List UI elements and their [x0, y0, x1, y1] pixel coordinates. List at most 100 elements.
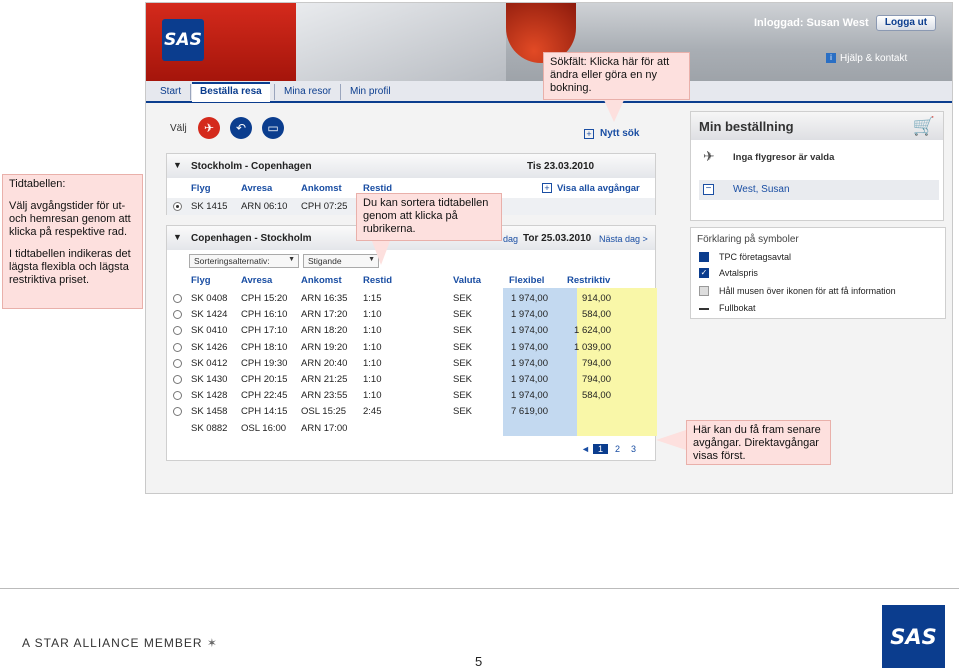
- passenger-row[interactable]: − West, Susan: [699, 180, 939, 200]
- col-flyg[interactable]: Flyg: [191, 183, 211, 194]
- duration: 1:10: [363, 390, 382, 402]
- arrival: CPH 07:25: [301, 201, 348, 212]
- duration: 1:10: [363, 325, 382, 337]
- inbound-route: Copenhagen - Stockholm: [191, 233, 312, 244]
- col-avresa[interactable]: Avresa: [241, 275, 272, 286]
- callout-arrow-down: [604, 100, 624, 122]
- tidtabellen-callout-text2: I tidtabellen indikeras det lägsta flexi…: [9, 248, 131, 286]
- legend-item: Avtalspris: [719, 268, 758, 278]
- collapse-arrow-icon[interactable]: ▼: [173, 232, 182, 242]
- row-radio[interactable]: [173, 375, 182, 384]
- row-radio[interactable]: [173, 342, 182, 352]
- col-avresa[interactable]: Avresa: [241, 183, 272, 194]
- plus-icon[interactable]: +: [542, 183, 552, 193]
- car-icon[interactable]: ▭: [262, 117, 284, 139]
- tab-mina-resor[interactable]: Mina resor: [276, 84, 339, 99]
- flexible-price: 7 619,00: [511, 406, 548, 418]
- restrictive-price: 584,00: [581, 390, 611, 402]
- my-order-panel: Min beställning 🛒 ✈ Inga flygresor är va…: [690, 111, 944, 221]
- tab-min-profil[interactable]: Min profil: [342, 84, 399, 99]
- col-restriktiv[interactable]: Restriktiv: [567, 275, 610, 286]
- page-2[interactable]: 2: [615, 444, 620, 454]
- duration: 1:10: [363, 357, 382, 369]
- tab-divider: [340, 84, 341, 100]
- row-radio[interactable]: [173, 358, 182, 368]
- table-row[interactable]: SK 0410 CPH 17:10 ARN 18:20 1:10 SEK 1 974,00…: [167, 322, 655, 338]
- callout-arrow-left: [656, 430, 686, 450]
- pager-callout: Här kan du få fram senare avgångar. Dire…: [686, 420, 831, 465]
- star-alliance-label: A STAR ALLIANCE MEMBER ✶: [22, 636, 218, 650]
- callout-arrow-down: [372, 241, 390, 265]
- row-radio[interactable]: [173, 294, 182, 303]
- page-number: 5: [475, 654, 483, 669]
- row-radio[interactable]: [173, 391, 182, 401]
- airplane-icon: ✈: [703, 148, 715, 164]
- show-all-departures-link[interactable]: Visa alla avgångar: [557, 183, 640, 194]
- arrival: ARN 18:20: [301, 325, 348, 337]
- inbound-date: Tor 25.03.2010: [523, 233, 592, 244]
- next-day-link[interactable]: Nästa dag >: [599, 234, 648, 244]
- col-flyg[interactable]: Flyg: [191, 275, 211, 286]
- arrival: ARN 17:20: [301, 309, 348, 321]
- flight-number: SK 1458: [191, 406, 228, 418]
- table-row[interactable]: SK 1428 CPH 22:45 ARN 23:55 1:10 SEK 1 974,00…: [167, 387, 655, 403]
- return-trip-icon[interactable]: ↶: [230, 117, 252, 139]
- tab-start[interactable]: Start: [152, 84, 189, 99]
- col-ankomst[interactable]: Ankomst: [301, 275, 342, 286]
- arrival: ARN 21:25: [301, 374, 348, 385]
- row-radio[interactable]: [173, 310, 182, 320]
- tab-bestalla-resa[interactable]: Beställa resa: [192, 82, 270, 102]
- flight-number: SK 0408: [191, 293, 228, 304]
- tidtabellen-callout-text1: Välj avgångstider för ut- och hemresan g…: [9, 200, 131, 238]
- row-radio[interactable]: [173, 326, 182, 336]
- plus-icon[interactable]: +: [584, 129, 594, 139]
- flexible-price: 1 974,00: [511, 325, 548, 337]
- help-contact-link[interactable]: Hjälp & kontakt: [826, 53, 907, 64]
- minus-icon[interactable]: −: [703, 184, 714, 195]
- page-3[interactable]: 3: [631, 444, 636, 454]
- row-radio[interactable]: [173, 202, 182, 211]
- new-search-link[interactable]: Nytt sök: [600, 128, 639, 139]
- table-row[interactable]: SK 0882 OSL 16:00 ARN 17:00: [167, 420, 655, 436]
- restrictive-price: 1 624,00: [574, 325, 611, 337]
- restrictive-price: 1 039,00: [574, 341, 611, 353]
- row-radio[interactable]: [173, 407, 182, 417]
- table-row[interactable]: SK 0412 CPH 19:30 ARN 20:40 1:10 SEK 1 974,00…: [167, 355, 655, 371]
- sas-logo[interactable]: SAS: [162, 19, 204, 61]
- flight-number: SK 0410: [191, 325, 228, 337]
- duration: 1:10: [363, 374, 382, 385]
- flexible-price: 1 974,00: [511, 390, 548, 402]
- previous-day-link[interactable]: dag: [503, 234, 518, 244]
- outbound-route: Stockholm - Copenhagen: [191, 161, 312, 172]
- currency: SEK: [453, 374, 473, 385]
- table-row[interactable]: SK 1424 CPH 16:10 ARN 17:20 1:10 SEK 1 974,00…: [167, 306, 655, 322]
- departure: ARN 06:10: [241, 201, 288, 212]
- col-valuta[interactable]: Valuta: [453, 275, 481, 286]
- table-row[interactable]: SK 1426 CPH 18:10 ARN 19:20 1:10 SEK 1 974,00…: [167, 339, 655, 355]
- table-row[interactable]: SK 1430 CPH 20:15 ARN 21:25 1:10 SEK 1 974,00…: [167, 371, 655, 387]
- col-flexibel[interactable]: Flexibel: [509, 275, 544, 286]
- currency: SEK: [453, 357, 473, 369]
- flexible-price: 1 974,00: [511, 293, 548, 304]
- flight-number: SK 1424: [191, 309, 228, 321]
- logout-button[interactable]: Logga ut: [876, 15, 936, 31]
- sort-options-select[interactable]: Sorteringsalternativ: ▼: [189, 254, 299, 268]
- airplane-icon[interactable]: ✈: [198, 117, 220, 139]
- inbound-timetable: ▼ Copenhagen - Stockholm dag Tor 25.03.2…: [166, 225, 657, 461]
- pager-prev-icon[interactable]: ◄: [581, 444, 590, 454]
- sokfalt-callout: Sökfält: Klicka här för att ändra eller …: [543, 52, 690, 100]
- flight-number: SK 1415: [191, 201, 228, 212]
- collapse-arrow-icon[interactable]: ▼: [173, 160, 182, 170]
- sort-order-select[interactable]: Stigande ▼: [303, 254, 379, 268]
- table-row[interactable]: SK 0408 CPH 15:20 ARN 16:35 1:15 SEK 1 974,00…: [167, 290, 655, 306]
- departure: CPH 17:10: [241, 325, 288, 337]
- no-flights-selected: Inga flygresor är valda: [733, 152, 835, 163]
- col-ankomst[interactable]: Ankomst: [301, 183, 342, 194]
- table-row[interactable]: SK 1458 CPH 14:15 OSL 15:25 2:45 SEK 7 619,00: [167, 403, 655, 419]
- page-1[interactable]: 1: [593, 444, 609, 454]
- symbol-legend: Förklaring på symboler TPC företagsavtal…: [690, 227, 946, 319]
- col-restid[interactable]: Restid: [363, 275, 392, 286]
- legend-item: Fullbokat: [719, 303, 756, 313]
- sort-callout: Du kan sortera tidtabellen genom att kli…: [356, 193, 502, 241]
- currency: SEK: [453, 406, 473, 418]
